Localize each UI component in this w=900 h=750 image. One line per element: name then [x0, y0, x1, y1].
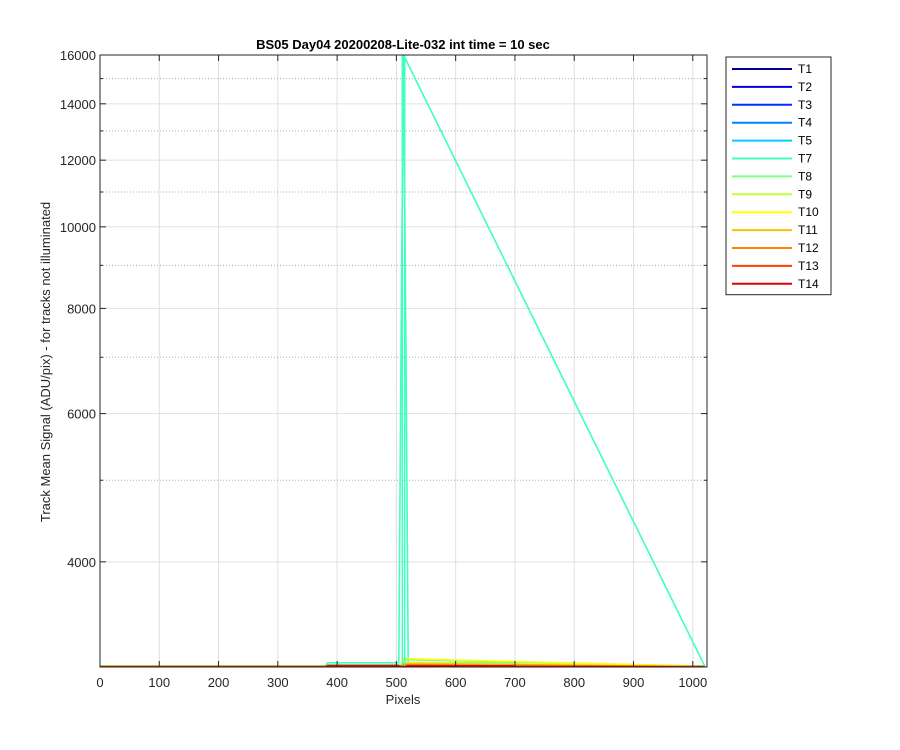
x-tick-label: 400 — [326, 675, 348, 690]
x-tick-label: 1000 — [678, 675, 707, 690]
x-tick-label: 300 — [267, 675, 289, 690]
x-tick-label: 700 — [504, 675, 526, 690]
y-tick-label: 14000 — [60, 97, 96, 112]
legend-label-t4: T4 — [798, 116, 812, 130]
y-tick-label: 12000 — [60, 153, 96, 168]
legend-label-t9: T9 — [798, 187, 812, 201]
legend-label-t13: T13 — [798, 259, 819, 273]
series-layer — [100, 54, 706, 668]
chart: 0 100 200 300 400 500 600 700 800 900 1000 4000 6000… — [38, 37, 832, 707]
y-tick-label: 4000 — [67, 555, 96, 570]
legend-label-t14: T14 — [798, 277, 819, 291]
y-tick-label: 8000 — [67, 301, 96, 316]
x-tick-label: 800 — [563, 675, 585, 690]
y-tick-label: 10000 — [60, 220, 96, 235]
x-tick-label: 0 — [96, 675, 103, 690]
x-tick-label: 600 — [445, 675, 467, 690]
ticks: 0 100 200 300 400 500 600 700 800 900 1000 4000 6000… — [60, 48, 707, 690]
y-tick-label: 6000 — [67, 407, 96, 422]
x-tick-label: 500 — [386, 675, 408, 690]
x-tick-label: 900 — [623, 675, 645, 690]
legend-label-t5: T5 — [798, 134, 812, 148]
y-axis-label: Track Mean Signal (ADU/pix) - for tracks… — [38, 202, 53, 522]
legend-label-t3: T3 — [798, 98, 812, 112]
legend-label-t12: T12 — [798, 241, 819, 255]
legend: T1 T2 T3 T4 T5 T7 T8 T9 T10 T11 T12 T13 T14 — [725, 56, 832, 296]
legend-label-t11: T11 — [798, 223, 818, 237]
x-tick-label: 100 — [148, 675, 170, 690]
y-tick-label: 16000 — [60, 48, 96, 63]
legend-label-t7: T7 — [798, 152, 812, 166]
chart-title: BS05 Day04 20200208-Lite-032 int time = … — [256, 37, 550, 52]
legend-label-t2: T2 — [798, 80, 812, 94]
x-tick-label: 200 — [208, 675, 230, 690]
legend-label-t10: T10 — [798, 205, 819, 219]
legend-label-t1: T1 — [798, 62, 812, 76]
x-axis-label: Pixels — [386, 692, 421, 707]
legend-label-t8: T8 — [798, 169, 812, 183]
